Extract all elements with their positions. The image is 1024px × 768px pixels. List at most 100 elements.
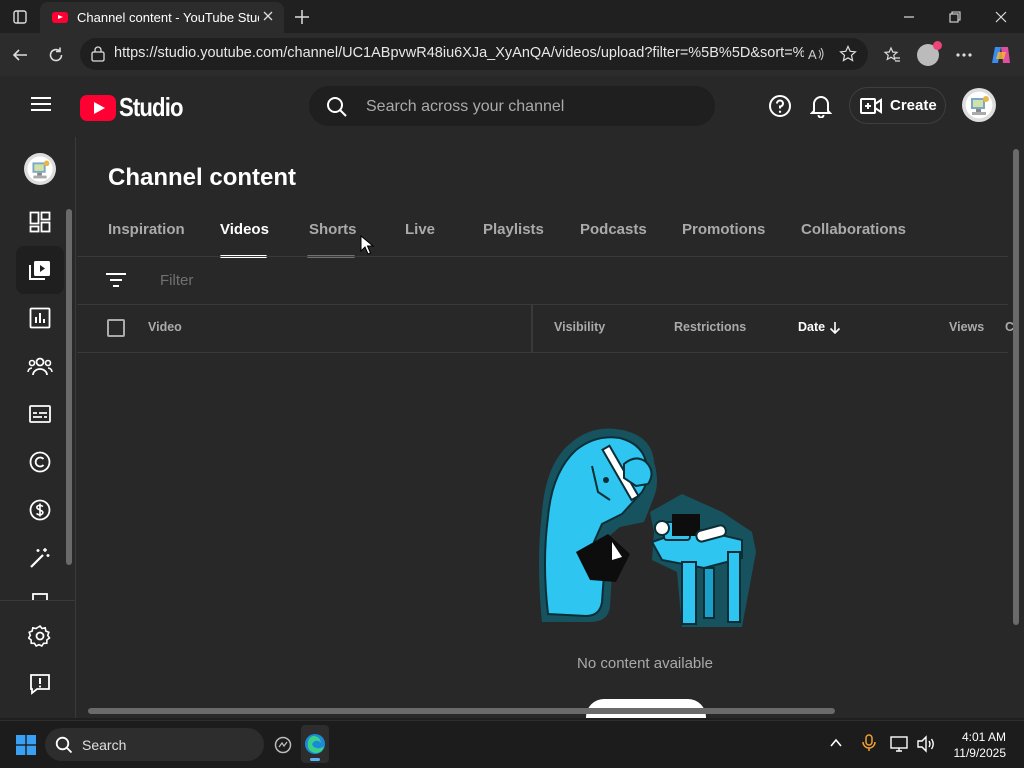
- empty-state-message: No content available: [577, 655, 713, 672]
- url-text[interactable]: https://studio.youtube.com/channel/UC1AB…: [114, 45, 804, 61]
- channel-content-main: Channel content Inspiration Videos Short…: [77, 137, 1024, 718]
- magic-wand-icon: [29, 547, 51, 569]
- tabs-divider: [77, 256, 1008, 257]
- mouse-cursor-icon: [360, 235, 374, 255]
- copyright-icon: [29, 451, 51, 473]
- column-header-visibility[interactable]: Visibility: [554, 320, 605, 334]
- clock-time: 4:01 AM: [961, 730, 1006, 744]
- taskbar-search-box[interactable]: Search: [45, 728, 264, 761]
- empty-state-illustration: [532, 422, 762, 634]
- copilot-icon[interactable]: [985, 39, 1017, 71]
- filter-divider: [77, 304, 1008, 305]
- volume-icon[interactable]: [916, 735, 936, 753]
- sidebar-item-analytics[interactable]: [16, 294, 64, 342]
- browser-tab-active[interactable]: Channel content - YouTube Studio: [40, 2, 284, 33]
- sidebar-item-copyright[interactable]: [16, 438, 64, 486]
- column-header-date[interactable]: Date: [798, 320, 825, 334]
- subtitles-icon: [29, 405, 51, 423]
- search-placeholder: Search across your channel: [366, 98, 565, 115]
- svg-text:A: A: [808, 47, 817, 62]
- studio-sidebar: [0, 137, 76, 718]
- select-all-checkbox[interactable]: [107, 319, 125, 337]
- content-icon: [29, 259, 51, 281]
- dashboard-icon: [29, 211, 51, 233]
- notifications-bell-icon[interactable]: [808, 93, 834, 119]
- filter-input[interactable]: Filter: [160, 272, 193, 289]
- sort-down-arrow-icon[interactable]: [829, 321, 841, 335]
- feedback-icon: [29, 673, 51, 695]
- browser-toolbar: https://studio.youtube.com/channel/UC1AB…: [0, 33, 1024, 76]
- sidebar-item-subtitles[interactable]: [16, 390, 64, 438]
- horizontal-scrollbar[interactable]: [88, 708, 835, 714]
- windows-start-icon[interactable]: [16, 735, 36, 755]
- hamburger-menu-icon[interactable]: [31, 96, 51, 112]
- more-menu-icon[interactable]: [948, 39, 980, 71]
- tab-playlists[interactable]: Playlists: [483, 221, 544, 238]
- taskbar-edge-app[interactable]: [301, 725, 329, 763]
- studio-app: Studio Search across your channel Create: [0, 76, 1024, 718]
- studio-logo[interactable]: Studio: [80, 92, 194, 123]
- clock-date: 11/9/2025: [953, 746, 1007, 760]
- tab-shorts[interactable]: Shorts: [309, 221, 357, 238]
- restore-icon[interactable]: [932, 0, 978, 33]
- channel-search-input[interactable]: Search across your channel: [309, 86, 715, 126]
- tab-close-icon[interactable]: [262, 10, 274, 22]
- column-header-video: Video: [148, 320, 182, 334]
- tab-collaborations[interactable]: Collaborations: [801, 221, 906, 238]
- microphone-icon[interactable]: [862, 734, 876, 752]
- tab-actions-icon[interactable]: [0, 0, 40, 33]
- minimize-icon[interactable]: [886, 0, 932, 33]
- help-icon[interactable]: [767, 93, 793, 119]
- tab-promotions[interactable]: Promotions: [682, 221, 765, 238]
- column-header-views[interactable]: Views: [949, 320, 984, 334]
- tab-videos[interactable]: Videos: [220, 221, 269, 238]
- site-info-icon[interactable]: [90, 46, 106, 62]
- create-button[interactable]: Create: [849, 87, 946, 124]
- sidebar-divider: [0, 600, 76, 601]
- show-hidden-icons-chevron-icon[interactable]: [829, 736, 843, 750]
- sidebar-item-community[interactable]: [16, 342, 64, 390]
- tab-inspiration[interactable]: Inspiration: [108, 221, 185, 238]
- tab-podcasts[interactable]: Podcasts: [580, 221, 647, 238]
- channel-avatar[interactable]: [24, 153, 56, 185]
- youtube-play-logo-icon: [80, 94, 116, 121]
- favorite-star-icon[interactable]: [839, 45, 857, 63]
- youtube-favicon-icon: [52, 12, 68, 23]
- page-title: Channel content: [108, 164, 297, 191]
- create-label: Create: [890, 97, 937, 114]
- system-clock[interactable]: 4:01 AM 11/9/2025: [954, 729, 1007, 761]
- windows-taskbar: Search 4:01 AM 11/9/2025: [0, 720, 1024, 768]
- search-icon: [326, 96, 348, 118]
- sidebar-item-content[interactable]: [16, 246, 64, 294]
- analytics-icon: [29, 307, 51, 329]
- logo-text: Studio: [119, 92, 183, 122]
- taskbar-search-label: Search: [82, 736, 127, 753]
- network-icon[interactable]: [890, 735, 910, 753]
- sidebar-item-dashboard[interactable]: [16, 198, 64, 246]
- main-vertical-scrollbar[interactable]: [1013, 149, 1019, 625]
- refresh-icon[interactable]: [40, 39, 72, 71]
- filter-icon[interactable]: [106, 272, 126, 288]
- settings-gear-icon: [28, 624, 52, 648]
- account-avatar[interactable]: [962, 88, 996, 122]
- profile-icon[interactable]: [912, 39, 944, 71]
- edge-browser-icon: [304, 733, 326, 755]
- column-resize-handle[interactable]: [531, 305, 533, 353]
- read-aloud-icon[interactable]: A: [808, 46, 826, 62]
- back-icon[interactable]: [4, 39, 36, 71]
- favorites-icon[interactable]: [876, 39, 908, 71]
- address-bar[interactable]: https://studio.youtube.com/channel/UC1AB…: [80, 38, 868, 70]
- tab-live[interactable]: Live: [405, 221, 435, 238]
- sidebar-item-earn[interactable]: [16, 486, 64, 534]
- sidebar-item-settings[interactable]: [16, 612, 64, 660]
- sidebar-item-audio-library[interactable]: [16, 577, 64, 601]
- widgets-icon[interactable]: [273, 735, 293, 755]
- studio-header: Studio Search across your channel Create: [0, 76, 1024, 137]
- close-window-icon[interactable]: [978, 0, 1024, 33]
- sidebar-scrollbar[interactable]: [66, 209, 72, 565]
- sidebar-item-customization[interactable]: [16, 534, 64, 582]
- earn-dollar-icon: [29, 499, 51, 521]
- column-header-restrictions[interactable]: Restrictions: [674, 320, 746, 334]
- new-tab-icon[interactable]: [282, 0, 322, 33]
- sidebar-item-feedback[interactable]: [16, 660, 64, 708]
